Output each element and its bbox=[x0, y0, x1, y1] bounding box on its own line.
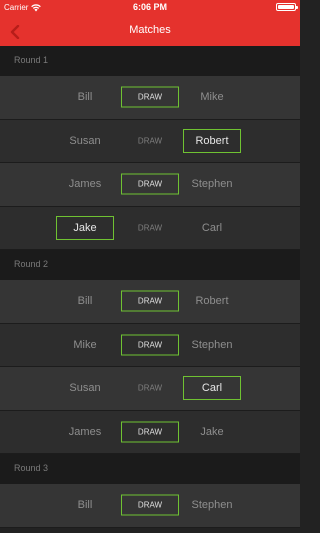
draw-button[interactable]: DRAW bbox=[121, 290, 179, 312]
draw-button[interactable]: DRAW bbox=[121, 130, 179, 151]
page-title: Matches bbox=[129, 24, 171, 36]
player-left-button[interactable]: Bill bbox=[56, 85, 114, 109]
match-row: Bill DRAW Stephen bbox=[0, 484, 300, 528]
player-right-button[interactable]: Carl bbox=[183, 376, 241, 401]
match-row: James DRAW Jake bbox=[0, 410, 300, 454]
match-row: Mike DRAW Stephen bbox=[0, 323, 300, 367]
player-left-button[interactable]: Susan bbox=[56, 376, 114, 400]
draw-button[interactable]: DRAW bbox=[121, 378, 179, 399]
matches-list[interactable]: Round 1 Bill DRAW Mike Susan DRAW Robert James D… bbox=[0, 46, 300, 533]
battery-icon bbox=[276, 3, 298, 11]
player-left-button[interactable]: Susan bbox=[56, 129, 114, 153]
status-bar: Carrier 6:06 PM bbox=[0, 0, 300, 15]
player-right-button[interactable]: Jake bbox=[183, 420, 241, 444]
status-time: 6:06 PM bbox=[132, 2, 167, 12]
match-row: Jake DRAW Carl bbox=[0, 206, 300, 250]
battery-level bbox=[278, 5, 294, 9]
round-header: Round 2 bbox=[0, 250, 300, 280]
player-right-button[interactable]: Stephen bbox=[183, 493, 241, 517]
draw-button[interactable]: DRAW bbox=[121, 334, 179, 356]
match-row: Susan DRAW Robert bbox=[0, 119, 300, 163]
player-right-button[interactable]: Robert bbox=[183, 289, 241, 313]
round-header: Round 1 bbox=[0, 46, 300, 76]
player-left-button[interactable]: Bill bbox=[56, 493, 114, 517]
player-right-button[interactable]: Mike bbox=[183, 85, 241, 109]
match-row: Bill DRAW Mike bbox=[0, 76, 300, 120]
player-right-button[interactable]: Stephen bbox=[183, 333, 241, 357]
player-left-button[interactable]: Bill bbox=[56, 289, 114, 313]
match-row: Bill DRAW Robert bbox=[0, 280, 300, 324]
draw-button[interactable]: DRAW bbox=[121, 217, 179, 238]
player-right-button[interactable]: Robert bbox=[183, 128, 241, 153]
player-left-button[interactable]: James bbox=[56, 172, 114, 196]
player-left-button[interactable]: Jake bbox=[56, 215, 114, 240]
status-right bbox=[276, 3, 298, 11]
match-row: Susan DRAW Carl bbox=[0, 367, 300, 411]
round-header: Round 3 bbox=[0, 454, 300, 484]
draw-button[interactable]: DRAW bbox=[121, 173, 179, 195]
draw-button[interactable]: DRAW bbox=[121, 421, 179, 443]
player-left-button[interactable]: James bbox=[56, 420, 114, 444]
nav-bar: Matches bbox=[0, 15, 300, 46]
draw-button[interactable]: DRAW bbox=[121, 494, 179, 516]
player-right-button[interactable]: Carl bbox=[183, 216, 241, 240]
match-row: James DRAW Stephen bbox=[0, 163, 300, 207]
player-right-button[interactable]: Stephen bbox=[183, 172, 241, 196]
draw-button[interactable]: DRAW bbox=[121, 86, 179, 108]
player-left-button[interactable]: Mike bbox=[56, 333, 114, 357]
